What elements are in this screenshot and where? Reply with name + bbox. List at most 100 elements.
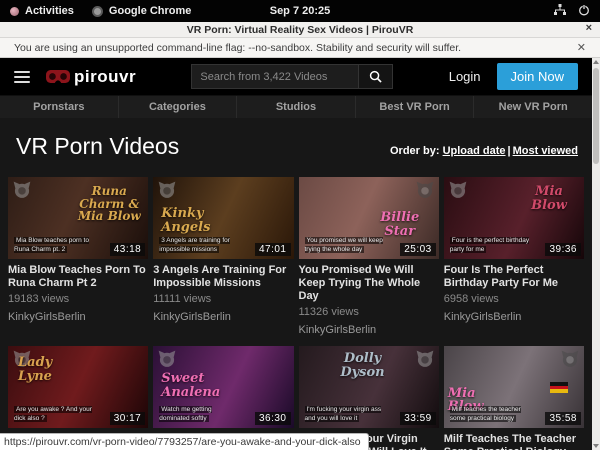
thumbnail-caption: I'm fucking your virgin ass and you will… bbox=[305, 406, 387, 424]
thumbnail-caption: Are you awake ? And your dick also ? bbox=[14, 406, 96, 424]
video-views: 6958 views bbox=[444, 293, 584, 305]
search-bar bbox=[191, 64, 393, 89]
video-thumbnail[interactable]: Mia Blow Milf teaches the teacher some p… bbox=[444, 346, 584, 428]
thumbnail-caption: You promised we will keep trying the who… bbox=[305, 237, 387, 255]
order-by-label: Order by: bbox=[390, 145, 440, 157]
german-flag-icon bbox=[550, 382, 568, 393]
video-studio-link[interactable]: KinkyGirlsBerlin bbox=[8, 311, 148, 323]
browser-title-bar: VR Porn: Virtual Reality Sex Videos | Pi… bbox=[0, 22, 600, 38]
thumbnail-caption: Four is the perfect birthday party for m… bbox=[450, 237, 532, 255]
video-studio-link[interactable]: KinkyGirlsBerlin bbox=[153, 311, 293, 323]
power-icon[interactable] bbox=[578, 4, 590, 19]
thumbnail-overlay-name: Billie Star bbox=[375, 211, 425, 238]
video-thumbnail[interactable]: Runa Charm & Mia Blow Mia Blow teaches p… bbox=[8, 177, 148, 259]
thumbnail-caption: Watch me getting dominated softly bbox=[159, 406, 241, 424]
thumbnail-overlay-name: Mia Blow bbox=[522, 185, 576, 212]
studio-cat-logo-icon bbox=[415, 180, 435, 205]
studio-cat-logo-icon bbox=[560, 349, 580, 374]
network-icon[interactable] bbox=[554, 4, 566, 19]
site-header: pirouvr Login Join Now bbox=[0, 58, 592, 95]
thumbnail-overlay-name: Runa Charm & Mia Blow bbox=[74, 185, 144, 223]
video-studio-link[interactable]: KinkyGirlsBerlin bbox=[299, 324, 439, 336]
duration-badge: 25:03 bbox=[400, 243, 436, 256]
video-studio-link[interactable]: KinkyGirlsBerlin bbox=[444, 311, 584, 323]
nav-studios[interactable]: Studios bbox=[237, 96, 356, 118]
video-card: Mia Blow Milf teaches the teacher some p… bbox=[444, 346, 584, 450]
nav-best-vr-porn[interactable]: Best VR Porn bbox=[356, 96, 475, 118]
duration-badge: 35:58 bbox=[545, 412, 581, 425]
video-card: Kinky Angels 3 Angels are training for i… bbox=[153, 177, 293, 346]
browser-window-title: VR Porn: Virtual Reality Sex Videos | Pi… bbox=[187, 24, 414, 36]
order-most-viewed-link[interactable]: Most viewed bbox=[513, 145, 578, 157]
scroll-down-icon[interactable] bbox=[593, 444, 599, 448]
screen: Activities Google Chrome Sep 7 20:25 VR … bbox=[0, 0, 600, 450]
thumbnail-caption: Milf teaches the teacher some practical … bbox=[450, 406, 532, 424]
duration-badge: 43:18 bbox=[110, 243, 146, 256]
video-card: Runa Charm & Mia Blow Mia Blow teaches p… bbox=[8, 177, 148, 346]
clock[interactable]: Sep 7 20:25 bbox=[270, 5, 331, 17]
video-thumbnail[interactable]: Sweet Analena Watch me getting dominated… bbox=[153, 346, 293, 428]
search-button[interactable] bbox=[359, 64, 393, 89]
video-title[interactable]: Milf Teaches The Teacher Some Practical … bbox=[444, 433, 584, 450]
duration-badge: 30:17 bbox=[110, 412, 146, 425]
status-url-bubble: https://pirouvr.com/vr-porn-video/779325… bbox=[0, 433, 369, 450]
video-views: 11326 views bbox=[299, 306, 439, 318]
main-nav: Pornstars Categories Studios Best VR Por… bbox=[0, 95, 592, 118]
duration-badge: 33:59 bbox=[400, 412, 436, 425]
page-title: VR Porn Videos bbox=[16, 133, 179, 160]
nav-new-vr-porn[interactable]: New VR Porn bbox=[474, 96, 592, 118]
video-title[interactable]: Mia Blow Teaches Porn To Runa Charm Pt 2 bbox=[8, 264, 148, 290]
system-bar: Activities Google Chrome Sep 7 20:25 bbox=[0, 0, 600, 22]
activities-label: Activities bbox=[25, 5, 74, 17]
focused-app-label: Google Chrome bbox=[109, 5, 192, 17]
video-thumbnail[interactable]: Mia Blow Four is the perfect birthday pa… bbox=[444, 177, 584, 259]
scroll-up-icon[interactable] bbox=[593, 60, 599, 64]
video-thumbnail[interactable]: Kinky Angels 3 Angels are training for i… bbox=[153, 177, 293, 259]
activities-button[interactable]: Activities bbox=[10, 5, 74, 17]
search-input[interactable] bbox=[191, 64, 359, 89]
site-logo[interactable]: pirouvr bbox=[46, 67, 136, 87]
vr-goggles-icon bbox=[46, 70, 70, 83]
activities-indicator-icon bbox=[10, 7, 19, 16]
scrollbar[interactable] bbox=[592, 58, 600, 450]
video-title[interactable]: You Promised We Will Keep Trying The Who… bbox=[299, 264, 439, 303]
studio-cat-logo-icon bbox=[448, 180, 468, 205]
thumbnail-caption: Mia Blow teaches porn to Runa Charm pt. … bbox=[14, 237, 96, 255]
video-title[interactable]: Four Is The Perfect Birthday Party For M… bbox=[444, 264, 584, 290]
video-thumbnail[interactable]: Billie Star You promised we will keep tr… bbox=[299, 177, 439, 259]
warning-close-icon[interactable]: ✕ bbox=[577, 41, 586, 54]
video-card: Billie Star You promised we will keep tr… bbox=[299, 177, 439, 346]
thumbnail-overlay-name: Kinky Angels bbox=[161, 207, 225, 234]
nav-pornstars[interactable]: Pornstars bbox=[0, 96, 119, 118]
video-thumbnail[interactable]: Dolly Dyson I'm fucking your virgin ass … bbox=[299, 346, 439, 428]
content-area: VR Porn Videos Order by: Upload date|Mos… bbox=[0, 118, 592, 450]
studio-cat-logo-icon bbox=[415, 349, 435, 374]
duration-badge: 47:01 bbox=[255, 243, 291, 256]
video-views: 11111 views bbox=[153, 293, 293, 305]
hamburger-menu-icon[interactable] bbox=[14, 71, 30, 83]
order-upload-date-link[interactable]: Upload date bbox=[443, 145, 506, 157]
join-now-button[interactable]: Join Now bbox=[497, 63, 578, 90]
window-close-button[interactable]: × bbox=[586, 22, 592, 34]
login-link[interactable]: Login bbox=[449, 69, 481, 84]
chrome-warning-bar: You are using an unsupported command-lin… bbox=[0, 38, 600, 58]
video-views: 19183 views bbox=[8, 293, 148, 305]
thumbnail-overlay-name: Sweet Analena bbox=[161, 372, 235, 399]
video-thumbnail[interactable]: Lady Lyne Are you awake ? And your dick … bbox=[8, 346, 148, 428]
warning-text: You are using an unsupported command-lin… bbox=[14, 42, 461, 54]
duration-badge: 36:30 bbox=[255, 412, 291, 425]
search-icon bbox=[369, 70, 382, 83]
video-grid: Runa Charm & Mia Blow Mia Blow teaches p… bbox=[8, 177, 584, 450]
site-logo-text: pirouvr bbox=[74, 67, 136, 87]
video-title[interactable]: 3 Angels Are Training For Impossible Mis… bbox=[153, 264, 293, 290]
nav-categories[interactable]: Categories bbox=[119, 96, 238, 118]
thumbnail-overlay-name: Dolly Dyson bbox=[333, 352, 393, 379]
chrome-icon bbox=[92, 6, 103, 17]
focused-app-menu[interactable]: Google Chrome bbox=[92, 5, 192, 17]
studio-cat-logo-icon bbox=[157, 180, 177, 205]
scrollbar-thumb[interactable] bbox=[593, 68, 599, 164]
order-by: Order by: Upload date|Most viewed bbox=[390, 145, 578, 157]
duration-badge: 39:36 bbox=[545, 243, 581, 256]
studio-cat-logo-icon bbox=[12, 180, 32, 205]
webpage: pirouvr Login Join Now Pornstars Categor… bbox=[0, 58, 592, 450]
